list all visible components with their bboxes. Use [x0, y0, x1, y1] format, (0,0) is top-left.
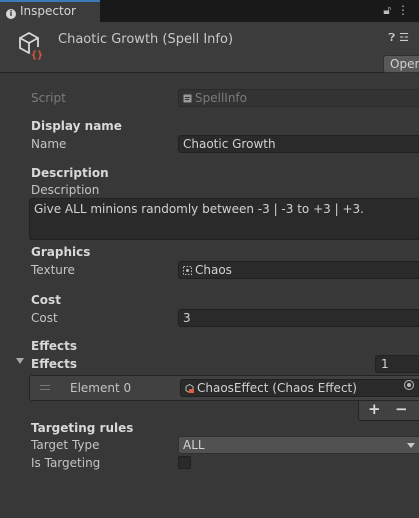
remove-element-button[interactable]: −	[395, 401, 408, 418]
lock-icon[interactable]: 🔓︎	[383, 3, 397, 17]
texture-label: Texture	[31, 263, 75, 277]
texture-icon	[183, 266, 192, 275]
script-file-icon	[183, 94, 192, 103]
settings-icon[interactable]: ☲	[399, 31, 413, 44]
target-type-value: ALL	[183, 438, 205, 452]
section-display-name: Display name	[0, 117, 419, 135]
section-graphics: Graphics	[0, 243, 419, 261]
effects-list-row: Effects 1	[0, 355, 419, 373]
description-textarea[interactable]: Give ALL minions randomly between -3 | -…	[29, 198, 419, 240]
tab-inspector[interactable]: i Inspector	[0, 0, 100, 22]
cost-input[interactable]: 3	[178, 309, 419, 327]
script-field: SpellInfo	[178, 89, 419, 107]
section-header: Description	[31, 166, 109, 180]
section-description: Description	[0, 164, 419, 182]
chevron-down-icon	[407, 443, 415, 448]
description-label-row: Description	[0, 181, 419, 199]
svg-text:{}: {}	[31, 50, 43, 60]
tab-actions: 🔓︎⋮	[383, 3, 415, 18]
element-0-value: ChaosEffect (Chaos Effect)	[197, 381, 357, 395]
element-0-field[interactable]: ChaosEffect (Chaos Effect)	[180, 379, 419, 397]
object-picker-icon[interactable]	[404, 380, 414, 390]
tab-bar: i Inspector 🔓︎⋮	[0, 0, 419, 22]
scriptable-object-icon: {}	[19, 31, 44, 60]
texture-value: Chaos	[195, 263, 232, 277]
effects-count-input[interactable]: 1	[375, 355, 419, 373]
list-footer: + −	[358, 401, 419, 421]
texture-row: Texture Chaos	[0, 261, 419, 279]
name-label: Name	[31, 137, 67, 151]
target-type-dropdown[interactable]: ALL	[178, 436, 419, 454]
inspector-header: {} Chaotic Growth (Spell Info) ❓︎☲ Open	[0, 22, 419, 73]
cost-row: Cost 3	[0, 309, 419, 327]
section-header: Targeting rules	[31, 421, 134, 435]
tab-label: Inspector	[20, 4, 76, 18]
target-type-label: Target Type	[31, 438, 100, 452]
cost-label: Cost	[31, 311, 58, 325]
section-targeting: Targeting rules	[0, 419, 419, 437]
section-effects: Effects	[0, 337, 419, 355]
description-label: Description	[31, 183, 100, 197]
info-icon: i	[6, 9, 16, 19]
section-cost: Cost	[0, 291, 419, 309]
is-targeting-row: Is Targeting	[0, 454, 419, 472]
section-header: Graphics	[31, 245, 91, 259]
foldout-arrow-icon[interactable]	[16, 358, 24, 364]
name-input[interactable]: Chaotic Growth	[178, 135, 419, 153]
section-header: Cost	[31, 293, 61, 307]
scriptable-object-icon	[185, 384, 194, 393]
script-label: Script	[31, 91, 66, 105]
script-row: Script SpellInfo	[0, 89, 419, 107]
section-header: Display name	[31, 119, 122, 133]
element-0-label: Element 0	[70, 381, 132, 395]
is-targeting-label: Is Targeting	[31, 456, 101, 470]
kebab-menu-icon[interactable]: ⋮	[397, 3, 415, 17]
open-button[interactable]: Open	[383, 55, 419, 73]
help-icon[interactable]: ❓︎	[389, 31, 400, 44]
script-value: SpellInfo	[195, 91, 247, 105]
effects-list-label[interactable]: Effects	[31, 355, 77, 373]
target-type-row: Target Type ALL	[0, 436, 419, 454]
page-title: Chaotic Growth (Spell Info)	[58, 32, 234, 47]
texture-field[interactable]: Chaos	[178, 261, 419, 279]
header-icons: ❓︎☲	[389, 31, 414, 45]
add-element-button[interactable]: +	[368, 401, 381, 418]
drag-handle-icon[interactable]	[40, 385, 50, 390]
effects-list: Element 0 ChaosEffect (Chaos Effect)	[29, 375, 419, 401]
section-header: Effects	[31, 339, 78, 353]
name-row: Name Chaotic Growth	[0, 135, 419, 153]
is-targeting-checkbox[interactable]	[178, 456, 191, 469]
